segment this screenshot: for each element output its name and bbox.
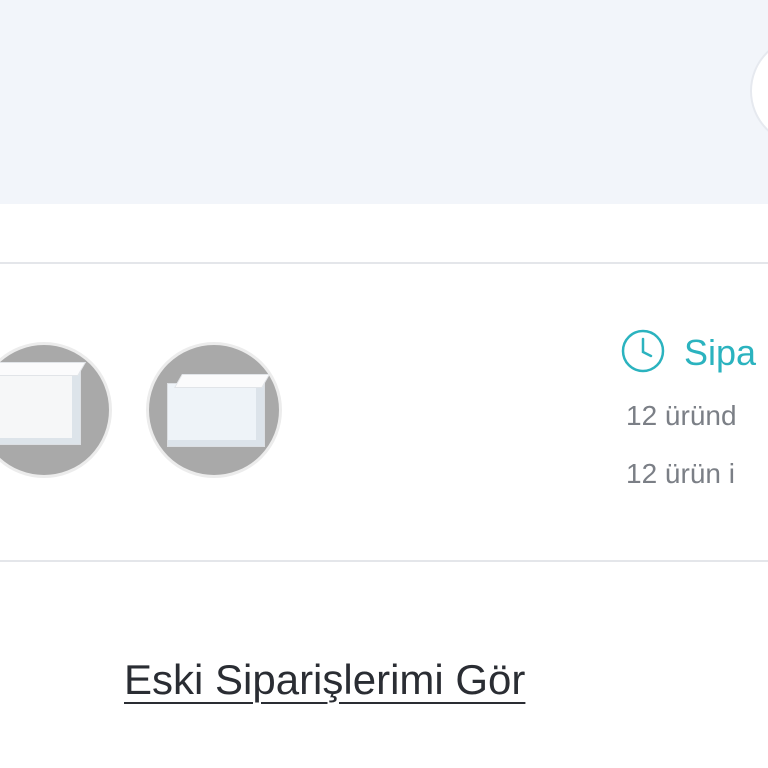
order-status-detail: 12 üründ: [626, 400, 737, 431]
order-status-detail: 12 ürün i: [626, 458, 735, 489]
banner-avatar-circle[interactable]: [750, 36, 768, 146]
top-banner: [0, 0, 768, 204]
old-orders-link[interactable]: Eski Siparişlerimi Gör: [124, 656, 525, 704]
product-thumbnail[interactable]: [0, 342, 112, 478]
order-status: Sipa 12 üründ 12 ürün i: [620, 328, 768, 498]
clock-icon: [621, 329, 665, 373]
page: Sipa 12 üründ 12 ürün i Eski Siparişleri…: [0, 0, 768, 768]
product-image: [167, 383, 265, 447]
product-thumbnail[interactable]: [146, 342, 282, 478]
order-status-title: Sipa: [684, 332, 757, 373]
product-image: [0, 371, 81, 445]
